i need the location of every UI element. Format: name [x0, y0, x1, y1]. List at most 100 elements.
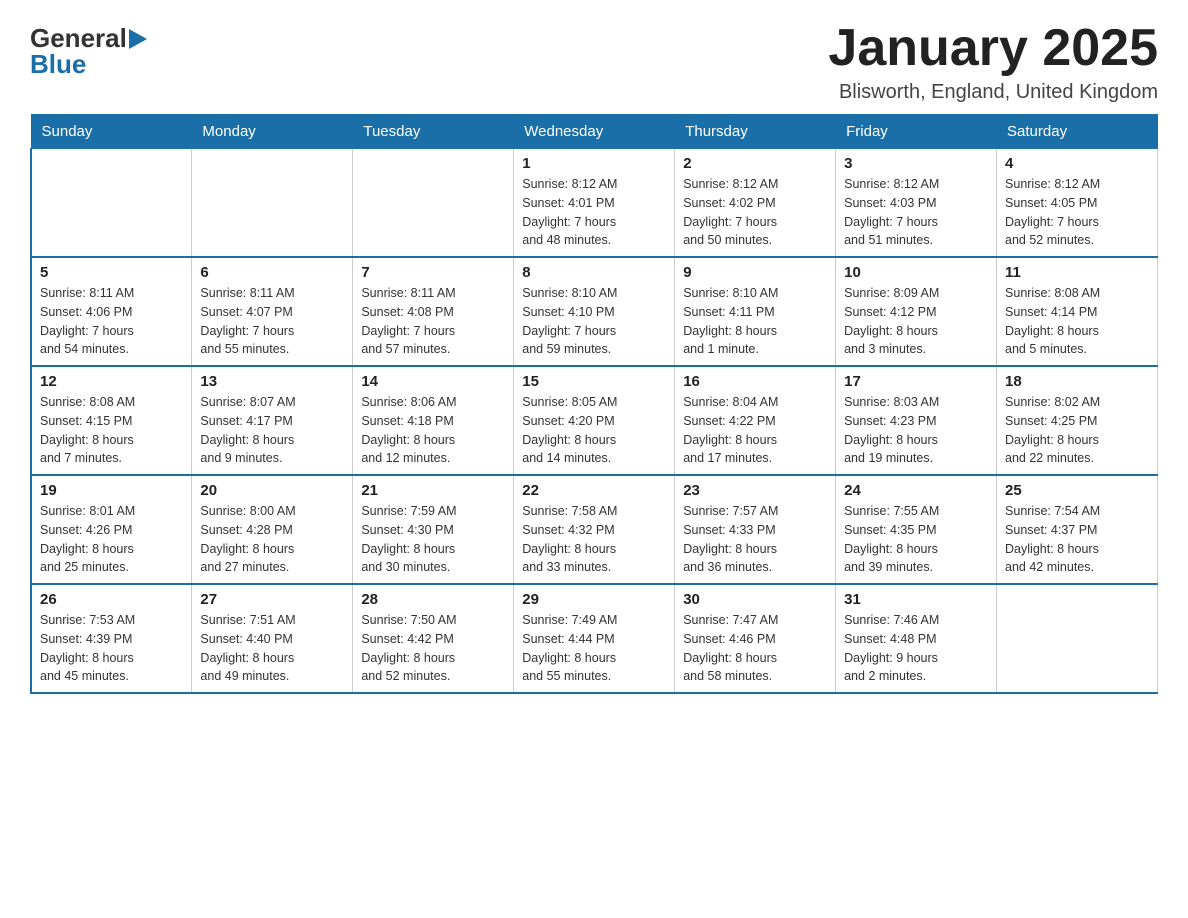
calendar-cell: 7 Sunrise: 8:11 AM Sunset: 4:08 PM Daylig…: [353, 257, 514, 366]
header: General Blue January 2025 Blisworth, Eng…: [30, 20, 1158, 104]
main-title: January 2025: [828, 20, 1158, 77]
day-info: Sunrise: 7:51 AM Sunset: 4:40 PM Dayligh…: [200, 611, 344, 686]
column-header-tuesday: Tuesday: [353, 115, 514, 149]
day-number: 8: [522, 264, 666, 281]
calendar-cell: 6Sunrise: 8:11 AM Sunset: 4:07 PM Daylig…: [192, 257, 353, 366]
day-number: 19: [40, 482, 183, 499]
calendar-cell: 28 Sunrise: 7:50 AM Sunset: 4:42 PM Dayli…: [353, 584, 514, 693]
day-info: Sunrise: 8:12 AM Sunset: 4:03 PM Dayligh…: [844, 175, 988, 250]
day-info: Sunrise: 8:12 AM Sunset: 4:01 PM Dayligh…: [522, 175, 666, 250]
calendar-cell: 31 Sunrise: 7:46 AM Sunset: 4:48 PM Dayli…: [836, 584, 997, 693]
day-number: 29: [522, 591, 666, 608]
day-number: 22: [522, 482, 666, 499]
day-number: 5: [40, 264, 183, 281]
day-number: 1: [522, 155, 666, 172]
day-info: Sunrise: 8:05 AM Sunset: 4:20 PM Dayligh…: [522, 393, 666, 468]
calendar-cell: 17 Sunrise: 8:03 AM Sunset: 4:23 PM Dayli…: [836, 366, 997, 475]
calendar-cell: 14 Sunrise: 8:06 AM Sunset: 4:18 PM Dayli…: [353, 366, 514, 475]
day-number: 20: [200, 482, 344, 499]
day-info: Sunrise: 8:07 AM Sunset: 4:17 PM Dayligh…: [200, 393, 344, 468]
day-info: Sunrise: 7:46 AM Sunset: 4:48 PM Dayligh…: [844, 611, 988, 686]
day-info: Sunrise: 8:10 AM Sunset: 4:10 PM Dayligh…: [522, 284, 666, 359]
day-info: Sunrise: 8:08 AM Sunset: 4:15 PM Dayligh…: [40, 393, 183, 468]
calendar-header-row: SundayMondayTuesdayWednesdayThursdayFrid…: [31, 115, 1158, 149]
day-info: Sunrise: 8:12 AM Sunset: 4:02 PM Dayligh…: [683, 175, 827, 250]
day-number: 14: [361, 373, 505, 390]
column-header-sunday: Sunday: [31, 115, 192, 149]
day-number: 28: [361, 591, 505, 608]
day-number: 27: [200, 591, 344, 608]
day-number: 9: [683, 264, 827, 281]
calendar: SundayMondayTuesdayWednesdayThursdayFrid…: [30, 114, 1158, 694]
day-info: Sunrise: 8:12 AM Sunset: 4:05 PM Dayligh…: [1005, 175, 1149, 250]
column-header-friday: Friday: [836, 115, 997, 149]
day-info: Sunrise: 7:47 AM Sunset: 4:46 PM Dayligh…: [683, 611, 827, 686]
calendar-cell: 11Sunrise: 8:08 AM Sunset: 4:14 PM Dayli…: [997, 257, 1158, 366]
calendar-cell: 20 Sunrise: 8:00 AM Sunset: 4:28 PM Dayli…: [192, 475, 353, 584]
calendar-cell: [997, 584, 1158, 693]
calendar-cell: 12Sunrise: 8:08 AM Sunset: 4:15 PM Dayli…: [31, 366, 192, 475]
calendar-week-row: 19Sunrise: 8:01 AM Sunset: 4:26 PM Dayli…: [31, 475, 1158, 584]
day-info: Sunrise: 7:59 AM Sunset: 4:30 PM Dayligh…: [361, 502, 505, 577]
calendar-cell: 18Sunrise: 8:02 AM Sunset: 4:25 PM Dayli…: [997, 366, 1158, 475]
column-header-monday: Monday: [192, 115, 353, 149]
calendar-cell: 2Sunrise: 8:12 AM Sunset: 4:02 PM Daylig…: [675, 149, 836, 258]
day-info: Sunrise: 7:49 AM Sunset: 4:44 PM Dayligh…: [522, 611, 666, 686]
day-number: 24: [844, 482, 988, 499]
day-info: Sunrise: 8:00 AM Sunset: 4:28 PM Dayligh…: [200, 502, 344, 577]
calendar-cell: 29 Sunrise: 7:49 AM Sunset: 4:44 PM Dayli…: [514, 584, 675, 693]
day-number: 21: [361, 482, 505, 499]
day-number: 18: [1005, 373, 1149, 390]
day-number: 4: [1005, 155, 1149, 172]
calendar-cell: 22Sunrise: 7:58 AM Sunset: 4:32 PM Dayli…: [514, 475, 675, 584]
day-number: 7: [361, 264, 505, 281]
day-info: Sunrise: 8:06 AM Sunset: 4:18 PM Dayligh…: [361, 393, 505, 468]
column-header-thursday: Thursday: [675, 115, 836, 149]
calendar-cell: [31, 149, 192, 258]
calendar-cell: 1 Sunrise: 8:12 AM Sunset: 4:01 PM Daylig…: [514, 149, 675, 258]
calendar-cell: 16 Sunrise: 8:04 AM Sunset: 4:22 PM Dayli…: [675, 366, 836, 475]
day-info: Sunrise: 8:11 AM Sunset: 4:08 PM Dayligh…: [361, 284, 505, 359]
calendar-cell: 23Sunrise: 7:57 AM Sunset: 4:33 PM Dayli…: [675, 475, 836, 584]
title-area: January 2025 Blisworth, England, United …: [828, 20, 1158, 104]
calendar-cell: 4 Sunrise: 8:12 AM Sunset: 4:05 PM Daylig…: [997, 149, 1158, 258]
logo-arrow-icon: [129, 29, 147, 49]
day-info: Sunrise: 7:57 AM Sunset: 4:33 PM Dayligh…: [683, 502, 827, 577]
calendar-cell: [192, 149, 353, 258]
day-number: 3: [844, 155, 988, 172]
logo-general-text: General: [30, 25, 127, 51]
calendar-cell: 5 Sunrise: 8:11 AM Sunset: 4:06 PM Daylig…: [31, 257, 192, 366]
subtitle: Blisworth, England, United Kingdom: [828, 81, 1158, 104]
calendar-cell: 24 Sunrise: 7:55 AM Sunset: 4:35 PM Dayli…: [836, 475, 997, 584]
day-number: 13: [200, 373, 344, 390]
day-number: 16: [683, 373, 827, 390]
calendar-cell: 10 Sunrise: 8:09 AM Sunset: 4:12 PM Dayli…: [836, 257, 997, 366]
day-number: 10: [844, 264, 988, 281]
logo: General Blue: [30, 25, 147, 78]
calendar-cell: 30 Sunrise: 7:47 AM Sunset: 4:46 PM Dayli…: [675, 584, 836, 693]
calendar-cell: 13 Sunrise: 8:07 AM Sunset: 4:17 PM Dayli…: [192, 366, 353, 475]
calendar-cell: 19Sunrise: 8:01 AM Sunset: 4:26 PM Dayli…: [31, 475, 192, 584]
calendar-week-row: 1 Sunrise: 8:12 AM Sunset: 4:01 PM Daylig…: [31, 149, 1158, 258]
day-info: Sunrise: 7:50 AM Sunset: 4:42 PM Dayligh…: [361, 611, 505, 686]
day-info: Sunrise: 8:11 AM Sunset: 4:06 PM Dayligh…: [40, 284, 183, 359]
day-number: 31: [844, 591, 988, 608]
day-info: Sunrise: 7:53 AM Sunset: 4:39 PM Dayligh…: [40, 611, 183, 686]
day-info: Sunrise: 8:10 AM Sunset: 4:11 PM Dayligh…: [683, 284, 827, 359]
day-info: Sunrise: 7:55 AM Sunset: 4:35 PM Dayligh…: [844, 502, 988, 577]
day-info: Sunrise: 8:11 AM Sunset: 4:07 PM Dayligh…: [200, 284, 344, 359]
calendar-cell: 26Sunrise: 7:53 AM Sunset: 4:39 PM Dayli…: [31, 584, 192, 693]
calendar-cell: 27 Sunrise: 7:51 AM Sunset: 4:40 PM Dayli…: [192, 584, 353, 693]
day-number: 30: [683, 591, 827, 608]
day-info: Sunrise: 8:09 AM Sunset: 4:12 PM Dayligh…: [844, 284, 988, 359]
calendar-cell: 25Sunrise: 7:54 AM Sunset: 4:37 PM Dayli…: [997, 475, 1158, 584]
calendar-cell: [353, 149, 514, 258]
day-number: 17: [844, 373, 988, 390]
calendar-cell: 21 Sunrise: 7:59 AM Sunset: 4:30 PM Dayli…: [353, 475, 514, 584]
day-info: Sunrise: 8:04 AM Sunset: 4:22 PM Dayligh…: [683, 393, 827, 468]
day-number: 15: [522, 373, 666, 390]
day-info: Sunrise: 8:08 AM Sunset: 4:14 PM Dayligh…: [1005, 284, 1149, 359]
day-info: Sunrise: 8:03 AM Sunset: 4:23 PM Dayligh…: [844, 393, 988, 468]
calendar-week-row: 12Sunrise: 8:08 AM Sunset: 4:15 PM Dayli…: [31, 366, 1158, 475]
column-header-saturday: Saturday: [997, 115, 1158, 149]
